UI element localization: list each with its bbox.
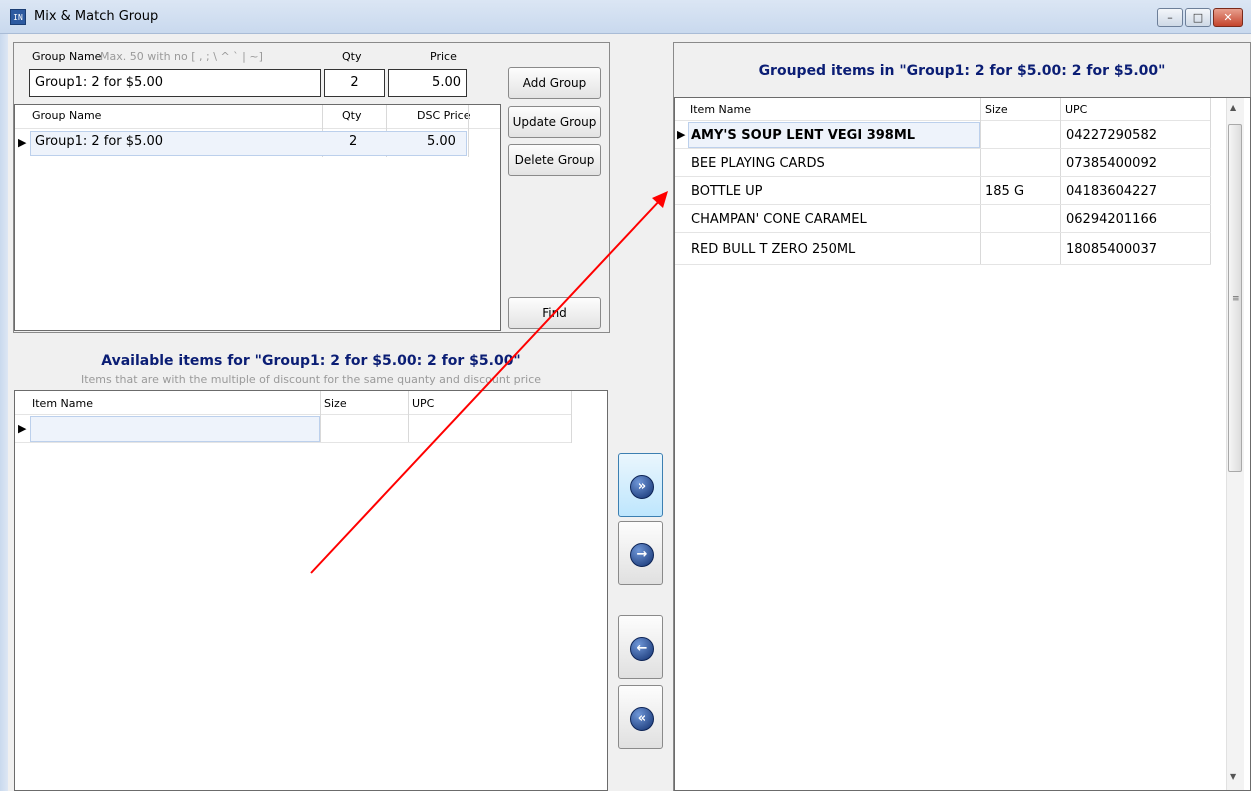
annotation-arrow-line: [310, 197, 663, 574]
annotation-arrow: [310, 191, 668, 574]
